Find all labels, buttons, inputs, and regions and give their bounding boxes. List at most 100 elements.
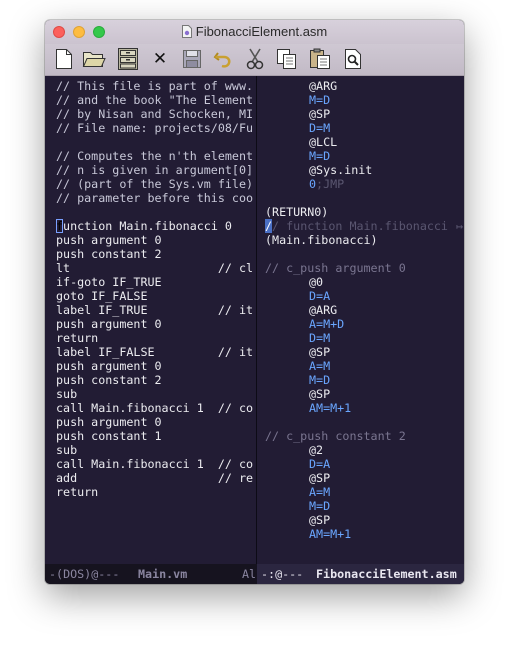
- right-code-line: // function Main.fibonacci ↦: [265, 219, 463, 233]
- right-code-line: A=M: [309, 359, 330, 373]
- right-code-line: D=A: [309, 289, 330, 303]
- left-code-line: push argument 0: [56, 359, 162, 373]
- close-icon: ✕: [152, 49, 168, 69]
- right-code-text: M=D: [309, 93, 331, 107]
- right-code-text: @ARG: [309, 303, 338, 317]
- window-title-container: FibonacciElement.asm: [45, 24, 464, 39]
- left-code-line: sub: [56, 443, 77, 457]
- right-code-line: M=D: [309, 499, 330, 513]
- left-code-text: push argument 0: [56, 359, 162, 373]
- copy-icon: [277, 49, 296, 69]
- left-code-line: push constant 1: [56, 429, 162, 443]
- left-code-line: goto IF_FALSE: [56, 289, 147, 303]
- undo-icon: [213, 52, 231, 68]
- left-code-text: lt // cl: [56, 261, 254, 275]
- new-file-button[interactable]: [52, 47, 76, 71]
- right-code-text: A=M: [309, 359, 331, 373]
- left-code-text: // File name: projects/08/Fu: [56, 121, 254, 135]
- left-code-line: return: [56, 331, 98, 345]
- right-code-line: D=M: [309, 121, 330, 135]
- right-code-line: D=M: [309, 331, 330, 345]
- right-code-text: ;JMP: [316, 177, 345, 191]
- right-code-text: @ARG: [309, 79, 338, 93]
- paste-button[interactable]: [308, 47, 332, 71]
- right-code-text: A=M: [309, 485, 331, 499]
- right-code-text: 0: [309, 177, 317, 191]
- right-code-line: @SP: [309, 513, 330, 527]
- document-icon: [181, 25, 192, 38]
- right-code-line: AM=M+1: [309, 401, 351, 415]
- left-buffer-name: Main.vm: [138, 567, 188, 581]
- left-code-text: return: [56, 485, 99, 499]
- paste-icon: [310, 48, 330, 69]
- right-code-text: @SP: [309, 471, 331, 485]
- right-code-text: / function Main.fibonacci: [272, 219, 448, 233]
- title-bar[interactable]: FibonacciElement.asm: [45, 20, 464, 44]
- left-code-text: add // re: [56, 471, 254, 485]
- left-code-text: push argument 0: [56, 317, 162, 331]
- right-code-text: AM=M+1: [309, 527, 352, 541]
- left-code-text: push constant 1: [56, 429, 162, 443]
- left-code-text: unction Main.fibonacci 0: [63, 219, 232, 233]
- right-code-text: @SP: [309, 107, 331, 121]
- left-code-line: function Main.fibonacci 0: [56, 219, 232, 233]
- left-mode-line[interactable]: -(DOS)@--- Main.vm Al: [45, 564, 256, 584]
- find-icon: [345, 49, 361, 69]
- left-code-line: // (part of the Sys.vm file): [56, 177, 253, 191]
- right-code-text: (RETURN0): [265, 205, 329, 219]
- left-code-text: call Main.fibonacci 1 // co: [56, 401, 254, 415]
- right-buffer-status: -:@---: [261, 567, 304, 581]
- save-cabinet-button[interactable]: [116, 47, 140, 71]
- right-code-text: @SP: [309, 513, 331, 527]
- right-code-text: M=D: [309, 499, 331, 513]
- mode-line: -(DOS)@--- Main.vm Al -:@--- FibonacciEleme…: [45, 564, 464, 584]
- left-code-line: call Main.fibonacci 1 // co: [56, 457, 253, 471]
- left-code-line: lt // cl: [56, 261, 253, 275]
- left-code-line: push constant 2: [56, 247, 162, 261]
- left-code-text: // parameter before this coo: [56, 191, 254, 205]
- left-code-line: if-goto IF_TRUE: [56, 275, 162, 289]
- right-code-line: M=D: [309, 93, 330, 107]
- right-code-text: @Sys.init: [309, 163, 373, 177]
- right-code-line: A=M: [309, 485, 330, 499]
- right-code-line: // c_push constant 2: [265, 429, 406, 443]
- save-disk-button[interactable]: [180, 47, 204, 71]
- right-editor-pane[interactable]: @ARG M=D @SP D=M @LCL M=D @Sys.init 0;JMP (RETUR…: [257, 76, 464, 564]
- right-buffer-name: FibonacciElement.asm: [316, 567, 457, 581]
- right-code-text: M=D: [309, 373, 331, 387]
- save-cabinet-icon: [118, 48, 138, 70]
- close-buffer-button[interactable]: ✕: [148, 47, 172, 71]
- left-code-line: add // re: [56, 471, 253, 485]
- cut-button[interactable]: [243, 47, 267, 71]
- left-code-line: label IF_TRUE // it: [56, 303, 253, 317]
- window-title: FibonacciElement.asm: [195, 24, 328, 39]
- open-folder-icon: [82, 52, 106, 67]
- right-code-line: 0;JMP: [309, 177, 344, 191]
- right-code-line: A=M+D: [309, 317, 344, 331]
- toolbar: ✕: [45, 44, 464, 76]
- right-code-line: @ARG: [309, 303, 337, 317]
- left-code-text: // by Nisan and Schocken, MI: [56, 107, 254, 121]
- cut-icon: [246, 48, 264, 70]
- left-code-text: push argument 0: [56, 233, 162, 247]
- copy-button[interactable]: [275, 47, 299, 71]
- left-editor-pane[interactable]: // This file is part of www.// and the b…: [45, 76, 256, 564]
- left-code-text: push constant 2: [56, 373, 162, 387]
- undo-button[interactable]: [211, 47, 235, 71]
- right-code-text: @SP: [309, 387, 331, 401]
- find-button[interactable]: [341, 47, 365, 71]
- left-code-text: // and the book "The Element: [56, 93, 254, 107]
- right-code-line: @0: [309, 275, 323, 289]
- open-folder-button[interactable]: [82, 47, 106, 71]
- left-code-line: label IF_FALSE // it: [56, 345, 253, 359]
- right-mode-line[interactable]: -:@--- FibonacciElement.asm: [257, 564, 464, 584]
- text-cursor: f: [56, 219, 64, 233]
- right-code-text: @0: [309, 275, 324, 289]
- left-code-line: // by Nisan and Schocken, MI: [56, 107, 253, 121]
- left-code-line: return: [56, 485, 98, 499]
- right-code-text: A=M+D: [309, 317, 345, 331]
- left-code-text: return: [56, 331, 99, 345]
- text-cursor: /: [265, 219, 273, 233]
- right-code-line: // c_push argument 0: [265, 261, 406, 275]
- right-code-text: @LCL: [309, 135, 338, 149]
